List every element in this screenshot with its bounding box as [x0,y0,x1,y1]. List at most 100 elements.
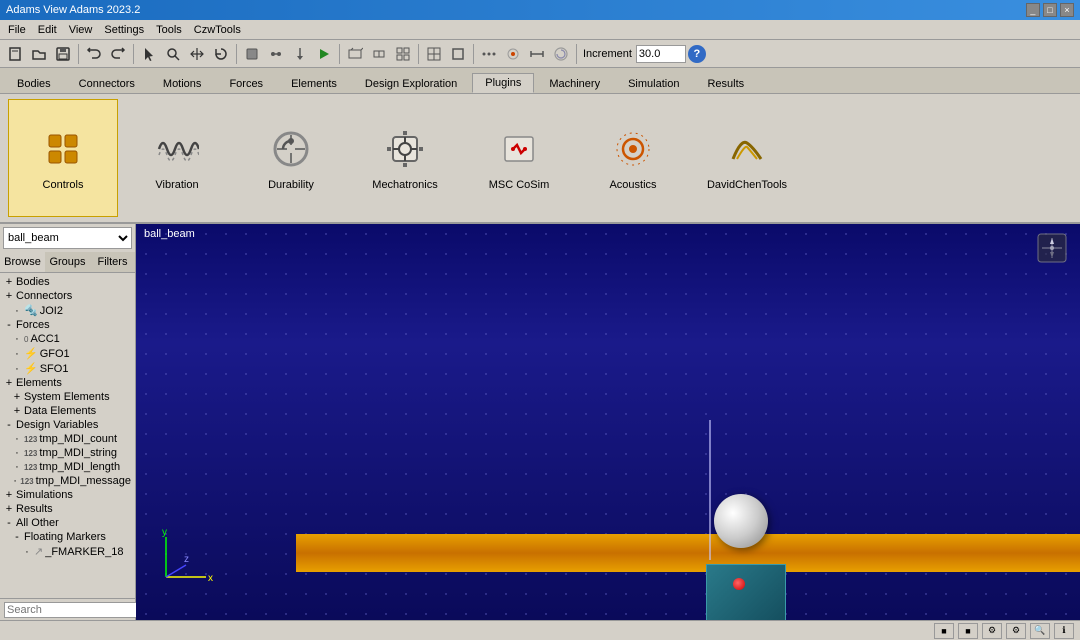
ribbon-msc-cosim[interactable]: MSC CoSim [464,99,574,217]
tree-gfo1[interactable]: · ⚡ GFO1 [0,346,135,361]
model-tree: + Bodies + Connectors · 🔩 JOI2 - Forces … [0,273,135,598]
tb-body[interactable] [241,43,263,65]
status-btn-3[interactable]: ⚙ [982,623,1002,639]
tree-results[interactable]: + Results [0,502,135,516]
tb-view2[interactable] [368,43,390,65]
ribbon-acoustics[interactable]: Acoustics [578,99,688,217]
tree-forces[interactable]: - Forces [0,318,135,332]
help-button[interactable]: ? [688,45,706,63]
tb-extra[interactable] [550,43,572,65]
tb-new[interactable] [4,43,26,65]
tree-joi2[interactable]: · 🔩 JOI2 [0,303,135,318]
tab-results[interactable]: Results [694,74,757,93]
menu-tools[interactable]: Tools [150,22,188,38]
tree-fmarker-18[interactable]: · ↗ _FMARKER_18 [0,544,135,559]
toolbar-sep-7 [576,44,577,64]
increment-input[interactable] [636,45,686,63]
maximize-button[interactable]: □ [1043,3,1057,17]
tree-sfo1[interactable]: · ⚡ SFO1 [0,361,135,376]
tb-redo[interactable] [107,43,129,65]
ribbon-mechatronics[interactable]: Mechatronics [350,99,460,217]
tab-motions[interactable]: Motions [150,74,215,93]
controls-icon [39,125,87,173]
tb-select[interactable] [138,43,160,65]
tab-forces[interactable]: Forces [216,74,276,93]
ribbon: Controls Vibration Durability [0,94,1080,224]
tb-more1[interactable] [478,43,500,65]
tree-system-elements[interactable]: + System Elements [0,390,135,404]
minimize-button[interactable]: _ [1026,3,1040,17]
model-selector[interactable]: ball_beam [3,227,132,249]
tree-simulations[interactable]: + Simulations [0,488,135,502]
status-btn-1[interactable]: ■ [934,623,954,639]
tb-force[interactable] [289,43,311,65]
msc-cosim-label: MSC CoSim [489,179,550,191]
tb-view3[interactable] [392,43,414,65]
status-btn-4[interactable]: ⚙ [1006,623,1026,639]
tb-zoom[interactable] [162,43,184,65]
tree-mdi-message[interactable]: · 123 tmp_MDI_message [0,474,135,488]
tree-design-variables[interactable]: - Design Variables [0,418,135,432]
tb-rotate[interactable] [210,43,232,65]
tb-snap[interactable] [502,43,524,65]
tab-plugins[interactable]: Plugins [472,73,534,93]
toolbar-sep-1 [78,44,79,64]
status-btn-6[interactable]: ℹ [1054,623,1074,639]
tree-mdi-count[interactable]: · 123 tmp_MDI_count [0,432,135,446]
toolbar-sep-5 [418,44,419,64]
tree-floating-markers[interactable]: - Floating Markers [0,530,135,544]
ribbon-durability[interactable]: Durability [236,99,346,217]
tree-mdi-string[interactable]: · 123 tmp_MDI_string [0,446,135,460]
tree-all-other[interactable]: - All Other [0,516,135,530]
tab-simulation[interactable]: Simulation [615,74,692,93]
tb-connector[interactable] [265,43,287,65]
toolbar: Increment ? [0,40,1080,68]
tb-pan[interactable] [186,43,208,65]
menu-file[interactable]: File [2,22,32,38]
ball-object [714,494,768,548]
panel-tab-filters[interactable]: Filters [90,252,135,272]
status-btn-5[interactable]: 🔍 [1030,623,1050,639]
panel-tab-browse[interactable]: Browse [0,252,45,272]
panel-tab-groups[interactable]: Groups [45,252,90,272]
tb-grid[interactable] [423,43,445,65]
tree-connectors[interactable]: + Connectors [0,289,135,303]
menu-view[interactable]: View [63,22,99,38]
tb-simulation[interactable] [313,43,335,65]
tree-bodies[interactable]: + Bodies [0,275,135,289]
ribbon-vibration[interactable]: Vibration [122,99,232,217]
tab-bodies[interactable]: Bodies [4,74,64,93]
tb-save[interactable] [52,43,74,65]
ribbon-controls[interactable]: Controls [8,99,118,217]
status-btn-2[interactable]: ■ [958,623,978,639]
tree-elements[interactable]: + Elements [0,376,135,390]
menu-settings[interactable]: Settings [98,22,150,38]
controls-label: Controls [43,179,84,191]
ribbon-davidchen[interactable]: DavidChenTools [692,99,802,217]
menu-czwtools[interactable]: CzwTools [188,22,247,38]
tb-open[interactable] [28,43,50,65]
tab-elements[interactable]: Elements [278,74,350,93]
durability-icon [267,125,315,173]
status-right: ■ ■ ⚙ ⚙ 🔍 ℹ [934,623,1074,639]
tab-design-exploration[interactable]: Design Exploration [352,74,470,93]
tab-machinery[interactable]: Machinery [536,74,613,93]
title-bar: Adams View Adams 2023.2 _ □ × [0,0,1080,20]
viewport-compass [1036,232,1068,264]
ribbon-tabs: Bodies Connectors Motions Forces Element… [0,68,1080,94]
acoustics-label: Acoustics [609,179,656,191]
tree-acc1[interactable]: · 0 ACC1 [0,332,135,346]
tb-wireframe[interactable] [447,43,469,65]
menu-edit[interactable]: Edit [32,22,63,38]
tb-measure[interactable] [526,43,548,65]
red-marker [733,578,745,590]
tab-connectors[interactable]: Connectors [66,74,148,93]
svg-text:y: y [162,527,167,538]
search-input[interactable] [4,602,152,618]
viewport[interactable]: ball_beam x y z [136,224,1080,620]
close-button[interactable]: × [1060,3,1074,17]
tb-view1[interactable] [344,43,366,65]
tree-mdi-length[interactable]: · 123 tmp_MDI_length [0,460,135,474]
tb-undo[interactable] [83,43,105,65]
tree-data-elements[interactable]: + Data Elements [0,404,135,418]
